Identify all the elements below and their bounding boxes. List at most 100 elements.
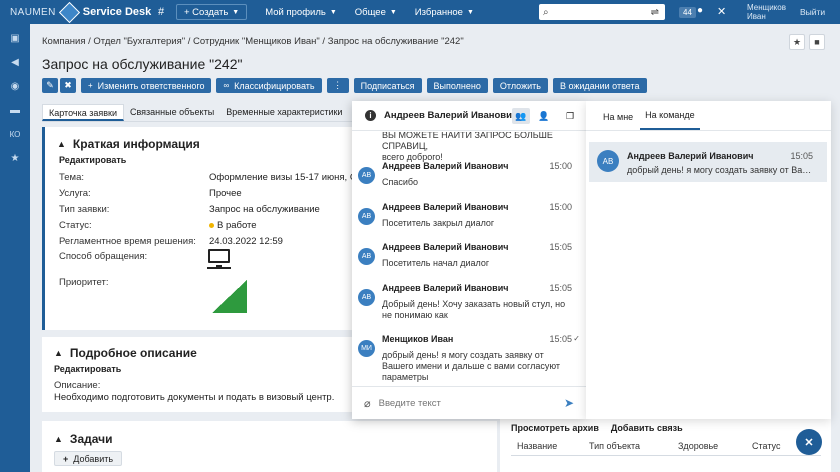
brand-left: NAUMEN — [10, 6, 56, 18]
change-responsible-button[interactable]: + Изменить ответственного — [81, 78, 212, 93]
subscribe-button[interactable]: Подписаться — [353, 78, 422, 93]
info-icon[interactable]: i — [365, 110, 376, 121]
add-task-button[interactable]: + Добавить — [54, 451, 123, 466]
chat-messages[interactable]: ВЫ МОЖЕТЕ НАЙТИ ЗАПРОС БОЛЬШЕ СПРАВИЦ, в… — [352, 132, 586, 386]
sidebar-item-ko[interactable]: КО — [0, 122, 30, 146]
message-time: 15:05 — [549, 334, 572, 344]
brief-title-text: Краткая информация — [72, 137, 200, 151]
sidebar-item-view[interactable]: ◉ — [0, 74, 30, 98]
brief-edit-link[interactable]: Редактировать — [59, 155, 126, 165]
check-icon: ✓ — [573, 334, 580, 343]
paperclip-icon[interactable]: ⌀ — [364, 397, 371, 410]
brief-title[interactable]: ▲ Краткая информация — [57, 137, 200, 151]
edit-button[interactable]: ✎ — [42, 78, 58, 93]
create-button[interactable]: + Создать ▼ — [176, 4, 248, 20]
chevron-down-icon: ▼ — [466, 8, 474, 16]
field-label: Услуга: — [59, 188, 91, 199]
sidebar-item-sound[interactable]: ◀ — [0, 50, 30, 74]
close-icon: ✕ — [804, 436, 814, 449]
sidebar-item-favorites[interactable]: ★ — [0, 146, 30, 170]
conversation-preview: добрый день! я могу создать заявку от Ва… — [627, 165, 815, 175]
add-user-icon: + — [88, 81, 93, 90]
avatar: АВ — [358, 167, 375, 184]
chevron-down-icon: ▼ — [389, 8, 397, 16]
chat-earlier-text: ВЫ МОЖЕТЕ НАЙТИ ЗАПРОС БОЛЬШЕ СПРАВИЦ, в… — [382, 132, 586, 163]
message-author: Менщиков Иван — [382, 334, 454, 344]
conversation-item[interactable]: АВ Андреев Валерий Иванович 15:05 добрый… — [589, 142, 827, 182]
more-icon: ⋮ — [333, 80, 343, 90]
done-button[interactable]: Выполнено — [426, 78, 488, 93]
waiting-button[interactable]: В ожидании ответа — [552, 78, 647, 93]
tasks-title-text: Задачи — [69, 432, 113, 446]
close-chat-button[interactable]: ✕ — [796, 429, 822, 455]
brand-logo[interactable]: NAUMEN Service Desk — [0, 1, 152, 23]
add-link-link[interactable]: Добавить связь — [611, 423, 683, 433]
tab-card[interactable]: Карточка заявки — [42, 104, 124, 121]
chat-window: i Андреев Валерий Иванович 👥 👤 ❐ ВЫ МОЖЕ… — [352, 101, 586, 419]
avatar: АВ — [358, 208, 375, 225]
tab-time[interactable]: Временные характеристики — [220, 104, 348, 121]
hash-icon[interactable]: # — [152, 6, 170, 18]
message-author: Андреев Валерий Иванович — [382, 283, 509, 293]
brief-info-panel: ▲ Краткая информация Редактировать Тема: О… — [42, 127, 362, 330]
action-toolbar: ✎ ✖ + Изменить ответственного ∞ Классифици… — [42, 78, 652, 93]
monitor-icon — [208, 249, 230, 268]
bell-icon[interactable]: ● — [697, 5, 703, 16]
chevron-down-icon: ▼ — [232, 8, 240, 16]
sidebar-item-home[interactable]: ▣ — [0, 26, 30, 50]
search-icon[interactable]: ⌕ — [543, 7, 549, 18]
view-archive-link[interactable]: Просмотреть архив — [511, 423, 599, 433]
chat-message-input[interactable] — [378, 397, 539, 409]
eye-icon: ◉ — [10, 80, 20, 92]
classify-button[interactable]: ∞ Классифицировать — [216, 78, 322, 93]
send-icon[interactable]: ➤ — [564, 396, 574, 410]
field-type: Тип заявки: Запрос на обслуживание — [59, 204, 320, 215]
waiting-label: В ожидании ответа — [559, 80, 640, 91]
description-edit-link[interactable]: Редактировать — [54, 364, 121, 374]
link-icon: ∞ — [223, 81, 230, 90]
breadcrumb[interactable]: Компания / Отдел "Бухгалтерия" / Сотрудн… — [42, 36, 464, 47]
avatar: АВ — [597, 150, 619, 172]
message-text: добрый день! я могу создать заявку от Ва… — [382, 350, 561, 382]
message-text: Посетитель закрыл диалог — [382, 218, 495, 228]
field-status: Статус: В работе — [59, 220, 257, 231]
message-author: Андреев Валерий Иванович — [382, 161, 509, 171]
col-health[interactable]: Здоровье — [678, 441, 752, 451]
notification-badge[interactable]: 44 — [679, 7, 696, 18]
menu-profile[interactable]: Мой профиль ▼ — [265, 7, 337, 18]
plus-icon: + — [63, 453, 69, 464]
logout-link[interactable]: Выйти — [800, 7, 825, 17]
tab-team[interactable]: На команде — [640, 110, 700, 130]
tasks-title[interactable]: ▲ Задачи — [54, 432, 112, 446]
user-name[interactable]: Менщиков Иван — [747, 3, 786, 21]
message-author: Андреев Валерий Иванович — [382, 202, 509, 212]
copy-icon[interactable]: ❐ — [561, 108, 579, 124]
favorite-button[interactable]: ★ — [789, 34, 805, 50]
message-text: Добрый день! Хочу заказать новый стул, н… — [382, 299, 566, 320]
delete-button[interactable]: ✖ — [60, 78, 76, 93]
sidebar-item-monitor[interactable]: ▬ — [0, 98, 30, 122]
field-deadline: Регламентное время решения: 24.03.2022 12… — [59, 236, 283, 247]
field-label: Способ обращения: — [59, 251, 148, 262]
classify-label: Классифицировать — [234, 80, 315, 91]
col-type[interactable]: Тип объекта — [589, 441, 678, 451]
tab-mine[interactable]: На мне — [598, 112, 638, 130]
description-title[interactable]: ▲ Подробное описание — [54, 346, 197, 360]
tab-related[interactable]: Связанные объекты — [124, 104, 220, 121]
message-time: 15:05 — [549, 283, 572, 293]
field-label: Тема: — [59, 172, 85, 183]
col-status[interactable]: Статус — [752, 441, 780, 451]
more-actions-button[interactable]: ⋮ — [326, 78, 349, 93]
filter-icon[interactable]: ⇌ — [651, 7, 659, 18]
postpone-button[interactable]: Отложить — [492, 78, 548, 93]
search-input[interactable] — [552, 5, 643, 19]
lock-button[interactable]: ■ — [809, 34, 825, 50]
message-author: Андреев Валерий Иванович — [382, 242, 509, 252]
tools-icon[interactable]: ✕ — [717, 5, 726, 18]
group-icon[interactable]: 👥 — [512, 108, 530, 124]
menu-favorites[interactable]: Избранное ▼ — [415, 7, 474, 18]
user-icon[interactable]: 👤 — [535, 108, 553, 124]
menu-common[interactable]: Общее ▼ — [355, 7, 397, 18]
col-name[interactable]: Название — [511, 441, 589, 451]
field-value: Запрос на обслуживание — [209, 204, 320, 215]
